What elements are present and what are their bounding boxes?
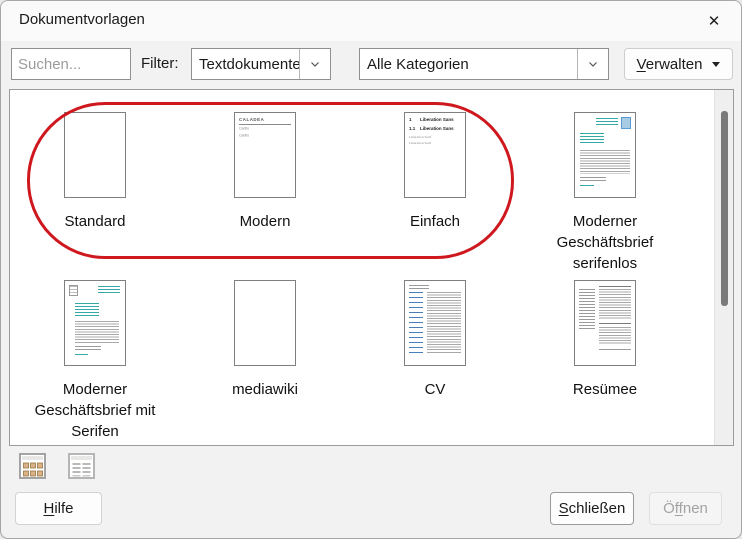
- resume-body-lines: [599, 327, 631, 345]
- search-input[interactable]: [11, 48, 131, 80]
- template-grid: Standard CALADEA Carlito Carlito Modern …: [10, 90, 690, 426]
- thumb-line: Carlito: [239, 134, 249, 138]
- open-label: Öffnen: [663, 500, 708, 517]
- letter-signature-line: [75, 354, 88, 357]
- filter-label: Filter:: [141, 55, 179, 72]
- thumb-line: Liberation Serif: [409, 141, 431, 145]
- letter-address-lines: [75, 303, 99, 316]
- template-item-modern[interactable]: CALADEA Carlito Carlito Modern: [180, 90, 350, 258]
- document-templates-dialog: Dokumentvorlagen ✕ Filter: Textdokumente…: [0, 0, 742, 539]
- resume-rule: [599, 323, 631, 324]
- cv-body-lines: [427, 292, 461, 354]
- template-list: Standard CALADEA Carlito Carlito Modern …: [9, 89, 734, 446]
- open-button: Öffnen: [649, 492, 722, 525]
- help-label: Hilfe: [43, 500, 73, 517]
- letter-header-lines: [98, 286, 120, 295]
- template-thumbnail: [574, 112, 636, 198]
- template-name: Resümee: [520, 379, 690, 400]
- thumb-heading: CALADEA: [239, 117, 268, 122]
- template-item-einfach[interactable]: 1 Liberation Sans 1.1 Liberation Sans Li…: [350, 90, 520, 258]
- thumb-line: Carlito: [239, 127, 249, 131]
- template-thumbnail: 1 Liberation Sans 1.1 Liberation Sans Li…: [404, 112, 466, 198]
- thumb-heading-number: 1: [409, 117, 411, 122]
- scrollbar-thumb[interactable]: [721, 111, 728, 306]
- category-dropdown[interactable]: Alle Kategorien: [359, 48, 609, 80]
- manage-label: Verwalten: [637, 56, 703, 73]
- letter-body-lines: [75, 321, 119, 343]
- close-label: Schließen: [559, 500, 626, 517]
- letter-closing-lines: [75, 346, 101, 352]
- template-thumbnail: [234, 280, 296, 366]
- thumb-rule: [239, 124, 291, 125]
- template-item-geschaeftsbrief-serifenlos[interactable]: Moderner Geschäftsbrief serifenlos: [520, 90, 690, 258]
- resume-rule: [599, 286, 631, 287]
- template-item-geschaeftsbrief-serifen[interactable]: Moderner Geschäftsbrief mit Serifen: [10, 258, 180, 426]
- chevron-down-icon: [577, 49, 608, 79]
- toolbar: Filter: Textdokumente Alle Kategorien Ve…: [1, 48, 741, 80]
- resume-body-lines: [599, 289, 631, 319]
- template-name: Modern: [180, 211, 350, 232]
- close-icon[interactable]: ✕: [697, 7, 731, 35]
- manage-button[interactable]: Verwalten: [624, 48, 733, 80]
- letter-closing-lines: [580, 177, 606, 183]
- thumb-heading: Liberation Sans: [420, 117, 454, 122]
- category-value: Alle Kategorien: [360, 56, 577, 73]
- resume-left-lines: [579, 289, 595, 331]
- template-name: Moderner Geschäftsbrief mit Serifen: [10, 379, 180, 442]
- template-thumbnail: [574, 280, 636, 366]
- chevron-down-icon: [299, 49, 330, 79]
- thumb-heading-number: 1.1: [409, 126, 415, 131]
- template-name: Standard: [10, 211, 180, 232]
- template-name: mediawiki: [180, 379, 350, 400]
- help-button[interactable]: Hilfe: [15, 492, 102, 525]
- thumb-line: Liberation Serif: [409, 135, 431, 139]
- close-button[interactable]: Schließen: [550, 492, 634, 525]
- template-item-standard[interactable]: Standard: [10, 90, 180, 258]
- resume-rule: [599, 349, 631, 350]
- template-thumbnail: [404, 280, 466, 366]
- letter-address-lines: [580, 133, 604, 145]
- thumb-heading: Liberation Sans: [420, 126, 454, 131]
- template-item-mediawiki[interactable]: mediawiki: [180, 258, 350, 426]
- template-name: CV: [350, 379, 520, 400]
- close-glyph: ✕: [708, 12, 721, 30]
- scrollbar[interactable]: [714, 90, 733, 445]
- letter-header-lines: [596, 118, 618, 127]
- thumbnail-view-icon[interactable]: [17, 452, 47, 481]
- document-type-dropdown[interactable]: Textdokumente: [191, 48, 331, 80]
- template-item-resuemee[interactable]: Resümee: [520, 258, 690, 426]
- cv-title-line: [409, 285, 429, 289]
- list-view-icon[interactable]: [66, 452, 96, 481]
- document-type-value: Textdokumente: [192, 56, 299, 73]
- template-thumbnail: [64, 112, 126, 198]
- template-name: Einfach: [350, 211, 520, 232]
- template-item-cv[interactable]: CV: [350, 258, 520, 426]
- letter-body-lines: [580, 150, 630, 174]
- title-bar: Dokumentvorlagen ✕: [1, 1, 741, 41]
- cv-label-lines: [409, 292, 423, 354]
- letter-logo-icon: [69, 285, 78, 296]
- letter-logo-icon: [621, 117, 631, 129]
- dialog-title: Dokumentvorlagen: [19, 11, 145, 28]
- dropdown-arrow-icon: [712, 62, 720, 67]
- template-thumbnail: [64, 280, 126, 366]
- template-thumbnail: CALADEA Carlito Carlito: [234, 112, 296, 198]
- letter-signature-line: [580, 185, 594, 188]
